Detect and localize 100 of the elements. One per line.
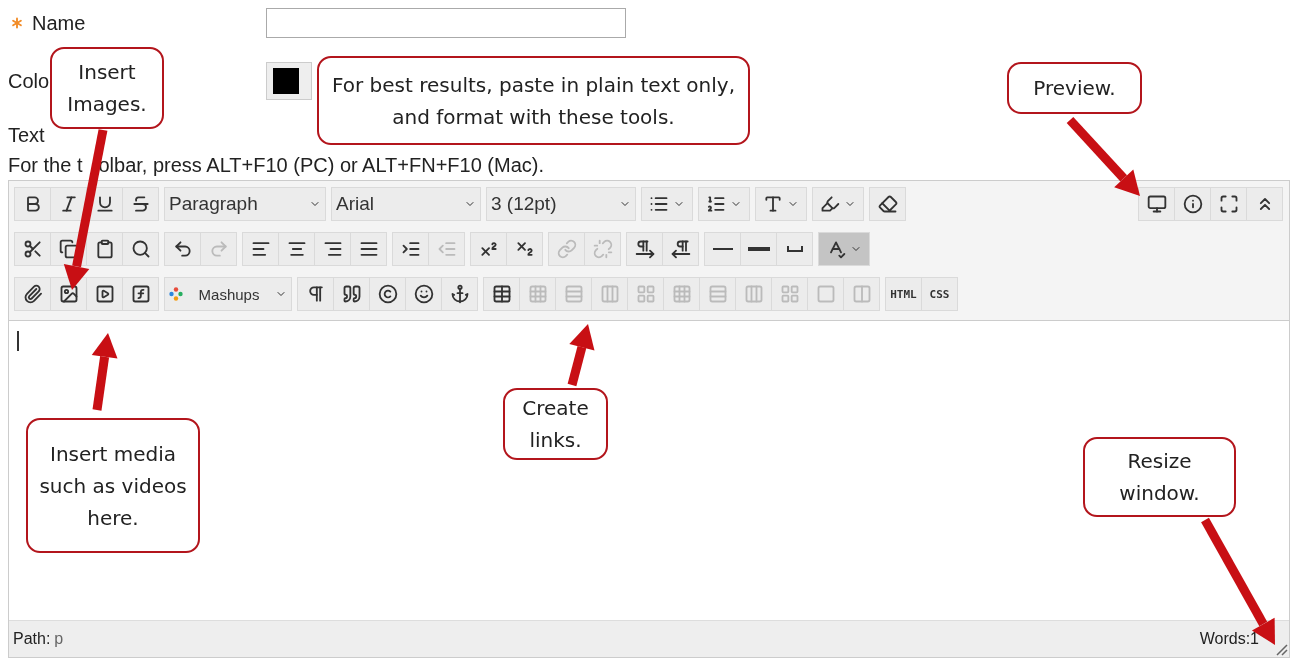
path-value: p [54, 630, 64, 648]
info-icon [1182, 194, 1203, 214]
field-label: Colo [8, 69, 50, 94]
undo-button[interactable] [164, 232, 201, 266]
bullet-list-button[interactable] [641, 187, 693, 221]
function-button[interactable] [122, 277, 159, 311]
callout: Preview. [1007, 62, 1142, 114]
grid-icon [779, 284, 800, 304]
dropdown[interactable]: Paragraph [164, 187, 326, 221]
callout: Create links. [503, 388, 608, 460]
anchor-icon [449, 284, 470, 304]
align-center-icon [286, 239, 307, 259]
eraser-button[interactable] [869, 187, 906, 221]
arrow [567, 324, 595, 387]
subscript-button[interactable] [506, 232, 543, 266]
pilcrow-right-icon [634, 239, 655, 259]
dropdown[interactable]: 3 (12pt) [486, 187, 636, 221]
link-icon [556, 239, 577, 259]
spellcheck-button[interactable] [818, 232, 870, 266]
pilcrow-button[interactable] [297, 277, 334, 311]
resize-grip-icon[interactable] [1274, 642, 1288, 656]
media-icon [94, 284, 115, 304]
undo-icon [172, 239, 193, 259]
copy-icon [58, 239, 79, 259]
mashups-dropdown[interactable]: Mashups [164, 277, 292, 311]
pilcrow-left-icon [670, 239, 691, 259]
highlighter-button[interactable] [812, 187, 864, 221]
text-color-icon [763, 194, 783, 214]
scissors-icon [22, 239, 43, 259]
bold-button[interactable] [14, 187, 51, 221]
path-label: Path: [13, 630, 51, 648]
collapse-button[interactable] [1246, 187, 1283, 221]
word-count: Words:1 [1199, 630, 1259, 648]
field-label: Text [8, 123, 46, 148]
callout: Resize window. [1083, 437, 1236, 517]
numbered-list-button[interactable] [698, 187, 750, 221]
pilcrow-right-button[interactable] [626, 232, 663, 266]
search-icon [130, 239, 151, 259]
function-icon [130, 284, 151, 304]
rows-icon [563, 284, 584, 304]
space-button[interactable] [776, 232, 813, 266]
quote-button[interactable] [333, 277, 370, 311]
anchor-button[interactable] [441, 277, 478, 311]
outdent-icon [436, 239, 457, 259]
text-cursor [17, 331, 19, 351]
bullet-list-icon [649, 194, 669, 214]
italic-button[interactable] [50, 187, 87, 221]
indent-icon [400, 239, 421, 259]
underline-icon [94, 194, 115, 214]
table-button[interactable] [483, 277, 520, 311]
scissors-button[interactable] [14, 232, 51, 266]
dots-icon [169, 287, 183, 301]
strikethrough-button[interactable] [122, 187, 159, 221]
align-center-button[interactable] [278, 232, 315, 266]
columns-icon [851, 284, 872, 304]
align-left-button[interactable] [242, 232, 279, 266]
source-button[interactable]: HTML [885, 277, 922, 311]
copyright-icon [377, 284, 398, 304]
callout: For best results, paste in plain text only, and format with these tools. [317, 56, 750, 145]
columns-icon [743, 284, 764, 304]
fullscreen-icon [1218, 194, 1239, 214]
horizontal-line-icon [712, 248, 733, 250]
align-right-button[interactable] [314, 232, 351, 266]
align-justify-icon [358, 239, 379, 259]
pilcrow-left-button[interactable] [662, 232, 699, 266]
paperclip-button[interactable] [14, 277, 51, 311]
color-picker[interactable] [266, 62, 312, 100]
source-button[interactable]: CSS [921, 277, 958, 311]
grid-icon [635, 284, 656, 304]
quote-icon [341, 284, 362, 304]
eraser-icon [877, 194, 898, 214]
align-justify-button[interactable] [350, 232, 387, 266]
media-button[interactable] [86, 277, 123, 311]
info-button[interactable] [1174, 187, 1211, 221]
copyright-button[interactable] [369, 277, 406, 311]
field-label: Name [32, 11, 86, 36]
callout: Insert Images. [50, 47, 164, 129]
numbered-list-icon [706, 194, 726, 214]
redo-icon [208, 239, 229, 259]
name-field[interactable] [266, 8, 626, 38]
space-icon [786, 246, 803, 252]
clipboard-icon [94, 239, 115, 259]
thick-line-button[interactable] [740, 232, 777, 266]
fullscreen-button[interactable] [1210, 187, 1247, 221]
indent-button[interactable] [392, 232, 429, 266]
dropdown[interactable]: Arial [331, 187, 481, 221]
horizontal-line-button[interactable] [704, 232, 741, 266]
superscript-button[interactable] [470, 232, 507, 266]
clipboard-button[interactable] [86, 232, 123, 266]
text-color-button[interactable] [755, 187, 807, 221]
paperclip-icon [22, 284, 43, 304]
image-icon [58, 284, 79, 304]
align-left-icon [250, 239, 271, 259]
highlighter-icon [820, 194, 840, 214]
search-button[interactable] [122, 232, 159, 266]
preview-button[interactable] [1138, 187, 1175, 221]
preview-icon [1146, 194, 1167, 214]
columns-icon [599, 284, 620, 304]
grid-icon [527, 284, 548, 304]
smiley-button[interactable] [405, 277, 442, 311]
